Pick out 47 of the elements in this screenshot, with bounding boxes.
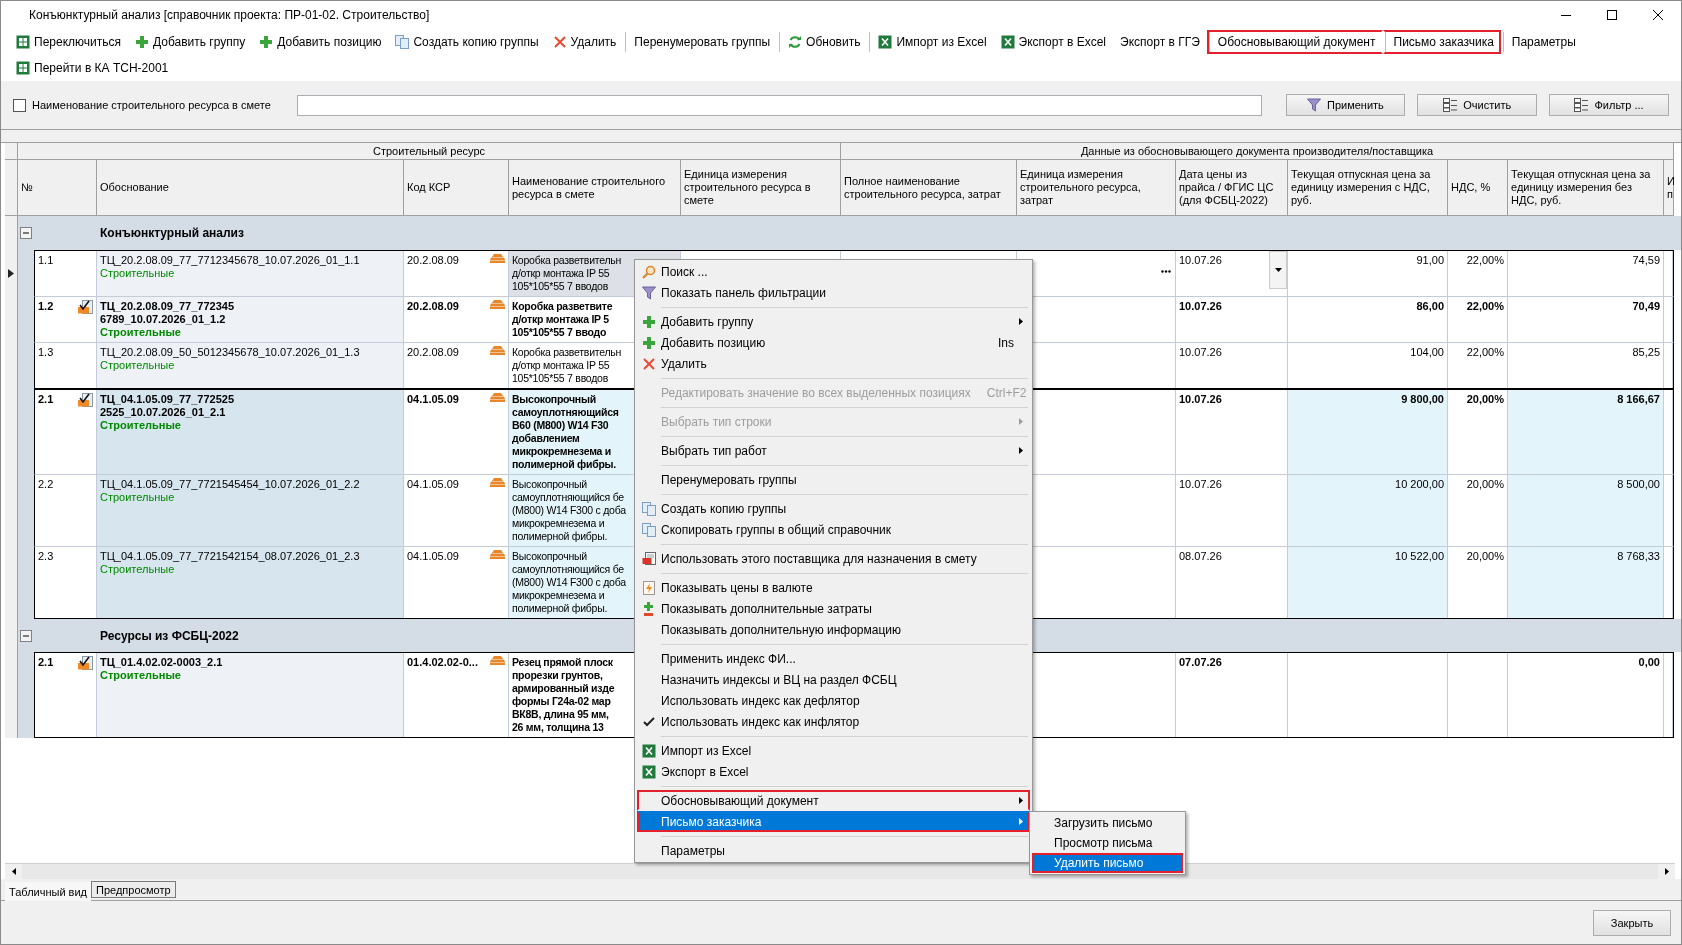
table-cell: 10.07.26 <box>1176 475 1288 546</box>
basis-text: ТЦ_04.1.05.09_77_7721542154_08.07.2026_01_2.3 <box>100 550 360 563</box>
table-cell: 08.07.26 <box>1176 547 1288 618</box>
table-cell: 8 166,67 <box>1508 390 1664 474</box>
category-text: Строительные <box>100 419 181 432</box>
category-text: Строительные <box>100 359 175 372</box>
table-cell: 1.1 <box>35 251 97 296</box>
column-group-header: Данные из обосновывающего документа производителя/поставщика <box>841 143 1674 160</box>
table-cell: 01.4.02.02-0... <box>404 653 509 737</box>
basis-text: ТЦ_04.1.05.09_77_7721545454_10.07.2026_01_2.2 <box>100 478 360 491</box>
table-cell: 2.2 <box>35 475 97 546</box>
table-cell: 9 800,00 <box>1288 390 1448 474</box>
basis-text: ТЦ_20.2.08.09_77_772345 6789_10.07.2026_01_1.2 <box>100 300 235 326</box>
window-title: Конъюнктурный анализ [справочник проекта: ПР-01-02. Строительство] <box>28 8 431 22</box>
basis-text: ТЦ_20.2.08.09_77_7712345678_10.07.2026_01_1.1 <box>100 254 360 267</box>
table-cell: 10.07.26 <box>1176 343 1288 388</box>
table-cell: 1.3 <box>35 343 97 388</box>
table-cell: 10 200,00 <box>1288 475 1448 546</box>
table-cell: 2.3 <box>35 547 97 618</box>
group-title: Ресурсы из ФСБЦ-2022 <box>99 628 239 643</box>
basis-text: ТЦ_01.4.02.02-0003_2.1 <box>100 656 223 669</box>
category-text: Строительные <box>100 326 181 339</box>
table-cell: 10.07.26 <box>1176 390 1288 474</box>
table-cell: 10.07.26 <box>1176 297 1288 342</box>
table-cell: 07.07.26 <box>1176 653 1288 737</box>
table-cell: 04.1.05.09 <box>404 547 509 618</box>
table-cell: 20.2.08.09 <box>404 251 509 296</box>
table-cell: 2.1 <box>35 390 97 474</box>
table-cell: 10 522,00 <box>1288 547 1448 618</box>
checkbox-label: Наименование строительного ресурса в смете <box>32 99 272 111</box>
category-text: Строительные <box>100 563 175 576</box>
table-cell: 04.1.05.09 <box>404 390 509 474</box>
table-cell: 04.1.05.09 <box>404 475 509 546</box>
column-group-header: Строительный ресурс <box>18 143 841 160</box>
table-cell: 8 768,33 <box>1508 547 1664 618</box>
basis-text: ТЦ_20.2.08.09_50_5012345678_10.07.2026_01_1.3 <box>100 346 360 359</box>
table-cell: 2.1 <box>35 653 97 737</box>
table-cell: 8 500,00 <box>1508 475 1664 546</box>
category-text: Строительные <box>100 491 175 504</box>
table-cell: 10.07.26 <box>1176 251 1288 296</box>
table-cell: 1.2 <box>35 297 97 342</box>
category-text: Строительные <box>100 669 181 682</box>
table-cell: 20.2.08.09 <box>404 297 509 342</box>
group-title: Конъюнктурный анализ <box>99 226 244 240</box>
basis-text: ТЦ_04.1.05.09_77_772525 2525_10.07.2026_01_2.1 <box>100 393 235 419</box>
category-text: Строительные <box>100 267 175 280</box>
table-cell: 20.2.08.09 <box>404 343 509 388</box>
